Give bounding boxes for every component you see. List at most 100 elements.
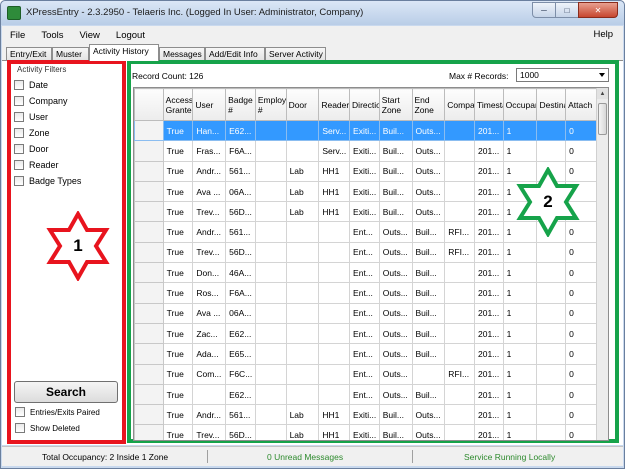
table-cell[interactable]: 561... [225,404,256,426]
table-cell[interactable] [536,363,567,385]
table-cell[interactable]: RFI... [444,241,475,264]
table-row[interactable]: True Andr... 561... Lab HH1 Exiti... Buil... Ou… [134,404,597,426]
checkbox[interactable] [14,96,24,106]
table-cell[interactable] [254,119,287,142]
table-cell[interactable] [444,180,475,203]
table-cell[interactable]: Lab [285,424,320,440]
row-header[interactable] [134,363,164,385]
table-cell[interactable] [444,404,475,426]
row-header[interactable] [134,221,164,243]
table-cell[interactable]: 1 [502,302,538,324]
table-cell[interactable]: Outs... [411,160,446,182]
table-cell[interactable]: Don... [192,262,227,284]
table-cell[interactable]: 201... [473,363,504,385]
tab-server-activity[interactable]: Server Activity [265,47,326,61]
table-cell[interactable]: True [162,322,194,345]
table-cell[interactable]: Outs... [378,282,413,304]
grid-corner-cell[interactable] [134,88,164,121]
table-cell[interactable]: True [162,201,194,223]
row-header[interactable] [134,383,164,406]
table-cell[interactable] [318,282,351,304]
table-cell[interactable] [285,119,320,142]
table-cell[interactable]: HH1 [318,160,351,182]
table-cell[interactable]: F6A... [225,282,256,304]
column-header[interactable]: Occupancy [502,88,538,121]
table-cell[interactable]: Lab [285,160,320,182]
table-cell[interactable]: Exiti... [349,404,380,426]
row-header[interactable] [134,262,164,284]
table-cell[interactable]: 56D... [225,241,256,264]
scroll-up-icon[interactable]: ▲ [597,88,608,99]
table-cell[interactable] [254,140,287,162]
table-cell[interactable] [536,343,567,365]
table-cell[interactable]: Buil... [378,160,413,182]
tab-activity-history[interactable]: Activity History [89,44,159,61]
table-cell[interactable]: Serv... [318,119,351,142]
table-cell[interactable]: RFI... [444,363,475,385]
table-cell[interactable]: Ent... [349,241,380,264]
table-cell[interactable] [285,363,320,385]
table-cell[interactable]: True [162,343,194,365]
table-cell[interactable]: 0 [565,424,597,440]
table-cell[interactable]: Buil... [411,343,446,365]
table-cell[interactable]: Buil... [378,201,413,223]
table-cell[interactable]: Trev... [192,201,227,223]
table-cell[interactable]: 06A... [225,180,256,203]
column-header[interactable]: Door [285,88,320,121]
table-cell[interactable] [536,302,567,324]
table-cell[interactable]: Outs... [378,262,413,284]
table-cell[interactable]: Exiti... [349,180,380,203]
menu-help[interactable]: Help [593,29,613,40]
table-cell[interactable]: 201... [473,302,504,324]
table-cell[interactable] [285,383,320,406]
table-cell[interactable]: 06A... [225,302,256,324]
table-cell[interactable] [536,262,567,284]
table-cell[interactable] [536,140,567,162]
table-cell[interactable] [318,363,351,385]
table-cell[interactable] [444,424,475,440]
menu-tools[interactable]: Tools [33,30,71,41]
table-cell[interactable]: Outs... [411,119,446,142]
column-header[interactable]: Attach [565,88,597,121]
filter-company[interactable]: Company [14,95,68,107]
table-cell[interactable]: 56D... [225,424,256,440]
table-cell[interactable]: Outs... [378,383,413,406]
table-cell[interactable]: Outs... [378,343,413,365]
table-cell[interactable]: 0 [565,262,597,284]
table-cell[interactable]: 201... [473,221,504,243]
table-row[interactable]: True Trev... 56D... Ent... Outs... Buil... RFI… [134,241,597,264]
table-cell[interactable]: Ent... [349,262,380,284]
table-cell[interactable] [254,343,287,365]
table-cell[interactable]: 0 [565,363,597,385]
table-cell[interactable]: Lab [285,201,320,223]
table-cell[interactable]: 201... [473,404,504,426]
table-cell[interactable]: 201... [473,140,504,162]
table-cell[interactable]: 201... [473,201,504,223]
table-cell[interactable]: RFI... [444,221,475,243]
table-cell[interactable]: 0 [565,343,597,365]
checkbox[interactable] [15,407,25,417]
table-cell[interactable] [318,262,351,284]
checkbox[interactable] [14,144,24,154]
table-cell[interactable]: F6A... [225,140,256,162]
table-cell[interactable]: Ros... [192,282,227,304]
table-cell[interactable]: 201... [473,160,504,182]
table-cell[interactable]: Exiti... [349,119,380,142]
table-cell[interactable]: 201... [473,424,504,440]
table-cell[interactable]: 1 [502,363,538,385]
table-cell[interactable] [444,262,475,284]
table-cell[interactable]: Fras... [192,140,227,162]
checkbox[interactable] [14,128,24,138]
column-header[interactable]: Start Zone [378,88,413,121]
filter-door[interactable]: Door [14,143,49,155]
table-cell[interactable]: 201... [473,322,504,345]
table-cell[interactable]: 0 [565,140,597,162]
table-cell[interactable]: 201... [473,180,504,203]
table-cell[interactable]: Ent... [349,363,380,385]
table-cell[interactable] [254,201,287,223]
table-cell[interactable] [444,201,475,223]
table-cell[interactable]: True [162,241,194,264]
scroll-thumb[interactable] [598,103,607,135]
filter-user[interactable]: User [14,111,48,123]
table-cell[interactable] [536,119,567,142]
